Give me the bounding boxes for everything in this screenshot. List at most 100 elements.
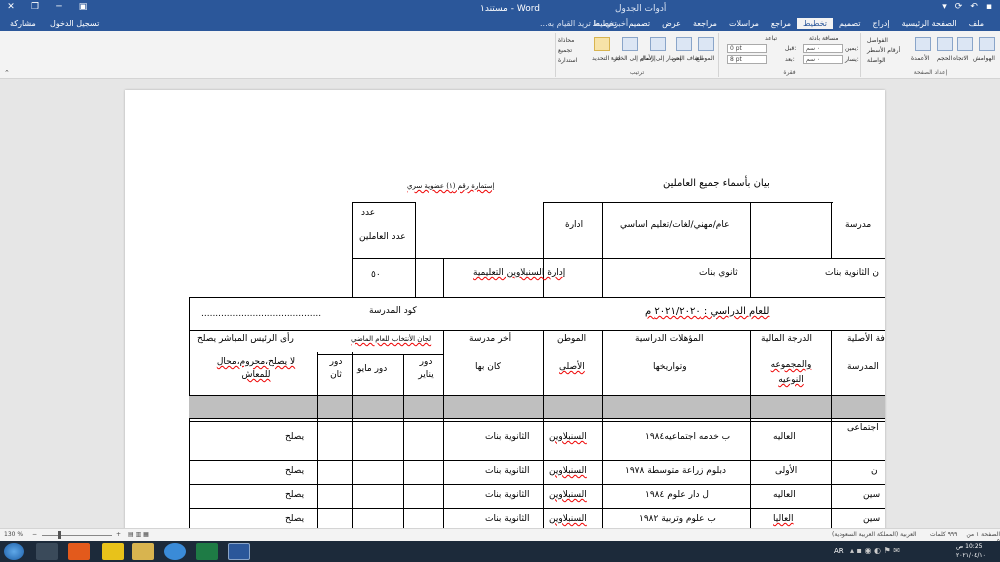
tab-file[interactable]: ملف	[963, 18, 990, 29]
hyphenation-button[interactable]: الواصلة	[867, 57, 886, 64]
header-last-school: أخر مدرسة	[469, 334, 512, 344]
tab-mailings[interactable]: مراسلات	[723, 18, 765, 29]
collapse-ribbon-icon[interactable]: ⌃	[4, 69, 10, 77]
header-qualifications: المؤهلات الدراسية	[635, 334, 704, 344]
word-count[interactable]: ٩٩٩ كلمات	[930, 531, 957, 538]
selection-pane-icon[interactable]	[594, 37, 610, 51]
row-grade: العاليه	[773, 490, 796, 500]
title-bar: ✕ ❐ ─ ▣ مستند١ - Word أدوات الجدول ▾ ⟳ ↶…	[0, 0, 1000, 18]
indent-right-label: يمين:	[845, 45, 859, 52]
spacing-before-input[interactable]: 0 pt	[727, 44, 767, 53]
page-setup-group: الهوامش الاتجاه الحجم الأعمدة الفواصل أر…	[860, 33, 1000, 77]
redo-icon[interactable]: ⟳	[955, 2, 963, 12]
row-grade: العاليه	[773, 432, 796, 442]
indent-left-label: يسار:	[845, 56, 859, 63]
zoom-in-icon[interactable]: +	[116, 531, 121, 538]
tab-insert[interactable]: إدراج	[867, 18, 896, 29]
row-job: ن	[871, 466, 878, 476]
tab-design[interactable]: تصميم	[833, 18, 867, 29]
undo-icon[interactable]: ↶	[970, 2, 978, 12]
language-status[interactable]: العربية (المملكة العربية السعودية)	[832, 531, 917, 538]
admin-label: ادارة	[565, 220, 584, 230]
header-original: الأصلى	[559, 362, 585, 372]
share-button[interactable]: مشاركة	[10, 19, 36, 28]
row-last-school: الثانوية بنات	[485, 490, 530, 500]
selection-pane-button[interactable]: جزء التحديد	[592, 55, 621, 62]
columns-button[interactable]: الأعمدة	[911, 55, 929, 62]
paint-app-icon[interactable]	[36, 543, 58, 560]
academic-year: للعام الدراسي : ٢٠٢١/٢٠٢٠ م	[645, 306, 770, 317]
minimize-window-icon[interactable]: ─	[52, 2, 66, 12]
spacing-after-input[interactable]: 8 pt	[727, 55, 767, 64]
align-button[interactable]: محاذاة	[558, 37, 574, 44]
arrange-group: الموضع التفاف النص إحضار إلى الأمام إرسا…	[555, 33, 718, 77]
size-icon[interactable]	[937, 37, 953, 51]
rotate-button[interactable]: استدارة	[558, 57, 577, 64]
customize-qat-icon[interactable]: ▾	[942, 2, 947, 12]
zoom-slider[interactable]	[42, 535, 112, 536]
tray-icons[interactable]: ▴ ▪ ◉ ◐ ⚑ ✉	[850, 546, 900, 555]
row-job: سين	[863, 490, 881, 500]
orientation-button[interactable]: الاتجاه	[953, 55, 969, 62]
bring-forward-icon[interactable]	[650, 37, 666, 51]
indent-right-input[interactable]: ٠ سم	[803, 44, 843, 53]
zoom-out-icon[interactable]: −	[32, 531, 37, 538]
header-group-type: والمجموعه النوعيه	[770, 360, 812, 385]
restore-window-icon[interactable]: ❐	[28, 2, 42, 12]
page-setup-label: إعداد الصفحة	[913, 69, 948, 76]
paragraph-label: فقرة	[783, 69, 796, 76]
tab-view[interactable]: عرض	[656, 18, 687, 29]
zoom-slider-thumb[interactable]	[58, 531, 61, 539]
breaks-button[interactable]: الفواصل	[867, 37, 888, 44]
columns-icon[interactable]	[915, 37, 931, 51]
send-backward-icon[interactable]	[622, 37, 638, 51]
tell-me-box[interactable]: أخبرني بما تريد القيام به...	[540, 19, 628, 28]
row-opinion: يصلح	[285, 514, 305, 524]
header-second-round: دور ثان	[329, 357, 343, 380]
size-button[interactable]: الحجم	[937, 55, 952, 62]
arrange-label: ترتيب	[629, 69, 645, 76]
view-buttons-icon[interactable]: ▤ ▥ ▦	[128, 531, 149, 538]
spacing-heading: تباعد	[765, 35, 778, 42]
group-button[interactable]: تجميع	[558, 47, 572, 54]
orientation-icon[interactable]	[957, 37, 973, 51]
chrome-icon[interactable]	[164, 543, 186, 560]
tab-review[interactable]: مراجعة	[687, 18, 723, 29]
zoom-level[interactable]: 130 %	[4, 531, 23, 538]
margins-icon[interactable]	[979, 37, 995, 51]
word-icon[interactable]	[228, 543, 250, 560]
notes-app-icon[interactable]	[102, 543, 124, 560]
header-and-dates: وتواريخها	[653, 362, 687, 372]
school-code-value: ........................................…	[201, 309, 322, 319]
document-title: مستند١ - Word	[480, 4, 540, 14]
file-explorer-icon[interactable]	[132, 543, 154, 560]
row-qual: ل دار علوم ١٩٨٤	[645, 490, 709, 500]
ribbon-options-icon[interactable]: ▣	[76, 2, 90, 12]
mi-app-icon[interactable]	[68, 543, 90, 560]
document-page[interactable]: بيان بأسماء جميع العاملين إستمارة رقم (١…	[125, 90, 885, 528]
save-icon[interactable]: ▪	[986, 2, 992, 12]
excel-icon[interactable]	[196, 543, 218, 560]
margins-button[interactable]: الهوامش	[973, 55, 995, 62]
close-window-icon[interactable]: ✕	[4, 2, 18, 12]
header-school: المدرسة	[847, 362, 879, 372]
tab-layout[interactable]: تخطيط	[797, 18, 833, 29]
tab-home[interactable]: الصفحة الرئيسية	[896, 18, 963, 29]
taskbar: AR ▴ ▪ ◉ ◐ ⚑ ✉ 10:25 ص ٢٠٢١/٠٤/١٠	[0, 541, 1000, 562]
clock-time[interactable]: 10:25 ص	[956, 543, 982, 550]
language-indicator[interactable]: AR	[834, 547, 844, 555]
school-type-label: عام/مهني/لغات/تعليم اساسي	[620, 220, 730, 230]
sign-in-link[interactable]: تسجيل الدخول	[50, 19, 99, 28]
position-icon[interactable]	[698, 37, 714, 51]
start-button-icon[interactable]	[4, 543, 24, 560]
tab-references[interactable]: مراجع	[765, 18, 797, 29]
clock-date[interactable]: ٢٠٢١/٠٤/١٠	[956, 552, 986, 559]
indent-left-input[interactable]: ٠ سم	[803, 55, 843, 64]
header-fin-grade: الدرجة المالية	[761, 334, 813, 344]
workers-count-label-1: عدد	[361, 208, 376, 218]
row-job: سين	[863, 514, 881, 524]
spacing-after-label: بعد:	[785, 56, 795, 63]
row-home: السنبلاوين	[549, 490, 587, 500]
line-numbers-button[interactable]: أرقام الأسطر	[867, 47, 900, 54]
wrap-text-icon[interactable]	[676, 37, 692, 51]
